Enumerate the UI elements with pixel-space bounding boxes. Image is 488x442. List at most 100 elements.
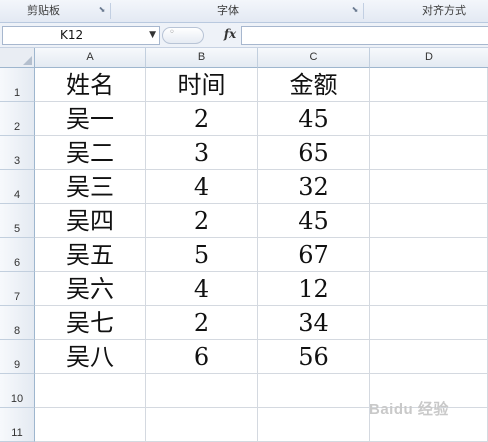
cell-d9[interactable] <box>370 340 488 374</box>
cell-c2[interactable]: 45 <box>258 102 370 136</box>
handle-grip-icon: ◦ <box>169 27 175 38</box>
name-box-value: K12 <box>60 28 84 42</box>
insert-function-button[interactable]: fx <box>219 26 241 43</box>
row-header[interactable]: 3 <box>0 136 35 170</box>
cell-text: 2 <box>193 207 210 235</box>
cell-text: 姓名 <box>66 71 114 99</box>
column-header-b[interactable]: B <box>146 48 258 68</box>
row-header[interactable]: 6 <box>0 238 35 272</box>
cell-b8[interactable]: 2 <box>146 306 258 340</box>
cell-b11[interactable] <box>146 408 258 442</box>
row-number: 7 <box>13 291 21 303</box>
cell-a2[interactable]: 吴一 <box>35 102 146 136</box>
ribbon-group-alignment: 对齐方式 <box>364 0 488 22</box>
cell-b7[interactable]: 4 <box>146 272 258 306</box>
cell-b4[interactable]: 4 <box>146 170 258 204</box>
cell-a8[interactable]: 吴七 <box>35 306 146 340</box>
cell-a10[interactable] <box>35 374 146 408</box>
cell-text: 32 <box>298 173 329 201</box>
cell-c3[interactable]: 65 <box>258 136 370 170</box>
cell-c10[interactable] <box>258 374 370 408</box>
select-all-button[interactable] <box>0 48 35 68</box>
cell-text: 45 <box>298 105 329 133</box>
row-number: 6 <box>13 257 21 269</box>
row-number: 4 <box>13 189 21 201</box>
cell-c11[interactable] <box>258 408 370 442</box>
cell-b2[interactable]: 2 <box>146 102 258 136</box>
cell-text: 吴四 <box>66 207 114 235</box>
cell-c1[interactable]: 金额 <box>258 68 370 102</box>
row-header[interactable]: 4 <box>0 170 35 204</box>
row-header[interactable]: 11 <box>0 408 35 442</box>
cell-c4[interactable]: 32 <box>258 170 370 204</box>
formula-expand-handle[interactable]: ◦ <box>162 27 204 44</box>
cell-c7[interactable]: 12 <box>258 272 370 306</box>
cell-d6[interactable] <box>370 238 488 272</box>
cell-c9[interactable]: 56 <box>258 340 370 374</box>
dialog-launcher-icon[interactable]: ⬊ <box>98 6 106 14</box>
cell-d1[interactable] <box>370 68 488 102</box>
row-header[interactable]: 8 <box>0 306 35 340</box>
dropdown-arrow-icon[interactable]: ▼ <box>149 27 156 44</box>
row-number: 8 <box>13 325 21 337</box>
cell-text: 4 <box>193 275 210 303</box>
row-number: 1 <box>13 87 21 99</box>
cell-b1[interactable]: 时间 <box>146 68 258 102</box>
cell-c8[interactable]: 34 <box>258 306 370 340</box>
row-header[interactable]: 5 <box>0 204 35 238</box>
column-header-a[interactable]: A <box>35 48 146 68</box>
cell-a5[interactable]: 吴四 <box>35 204 146 238</box>
cell-text: 4 <box>193 173 210 201</box>
column-header-c[interactable]: C <box>258 48 370 68</box>
ribbon-group-font: 字体 ⬊ <box>111 0 363 22</box>
cell-a11[interactable] <box>35 408 146 442</box>
cell-a7[interactable]: 吴六 <box>35 272 146 306</box>
cell-text: 吴二 <box>66 139 114 167</box>
cell-text: 34 <box>298 309 329 337</box>
column-header-d[interactable]: D <box>370 48 488 68</box>
cell-c6[interactable]: 67 <box>258 238 370 272</box>
row-header[interactable]: 10 <box>0 374 35 408</box>
dialog-launcher-icon[interactable]: ⬊ <box>351 6 359 14</box>
cell-a6[interactable]: 吴五 <box>35 238 146 272</box>
cell-a1[interactable]: 姓名 <box>35 68 146 102</box>
cell-d7[interactable] <box>370 272 488 306</box>
cell-c5[interactable]: 45 <box>258 204 370 238</box>
cell-text: 2 <box>193 105 210 133</box>
cell-d2[interactable] <box>370 102 488 136</box>
cell-text: 6 <box>193 343 210 371</box>
cell-text: 65 <box>298 139 329 167</box>
ribbon-group-bar: 剪贴板 ⬊ 字体 ⬊ 对齐方式 <box>0 0 488 23</box>
row-number: 3 <box>13 155 21 167</box>
ribbon-group-font-label: 字体 <box>217 4 239 17</box>
row-header[interactable]: 1 <box>0 68 35 102</box>
cell-d4[interactable] <box>370 170 488 204</box>
row-header[interactable]: 7 <box>0 272 35 306</box>
formula-input[interactable] <box>241 26 488 45</box>
cell-text: 吴一 <box>66 105 114 133</box>
cell-d8[interactable] <box>370 306 488 340</box>
ribbon-group-clipboard-label: 剪贴板 <box>27 4 60 17</box>
row-header[interactable]: 2 <box>0 102 35 136</box>
cell-d5[interactable] <box>370 204 488 238</box>
formula-bar-controls: ◦ fx <box>162 26 236 44</box>
cell-b5[interactable]: 2 <box>146 204 258 238</box>
cell-b10[interactable] <box>146 374 258 408</box>
cell-a4[interactable]: 吴三 <box>35 170 146 204</box>
cell-b6[interactable]: 5 <box>146 238 258 272</box>
ribbon-group-alignment-label: 对齐方式 <box>422 4 466 17</box>
cell-d3[interactable] <box>370 136 488 170</box>
row-number: 9 <box>13 359 21 371</box>
cell-a3[interactable]: 吴二 <box>35 136 146 170</box>
name-box[interactable]: K12 ▼ <box>2 26 160 45</box>
cell-text: 67 <box>298 241 329 269</box>
cell-text: 吴七 <box>66 309 114 337</box>
row-number: 11 <box>11 427 23 439</box>
cell-text: 金额 <box>289 71 338 99</box>
row-header[interactable]: 9 <box>0 340 35 374</box>
cell-b3[interactable]: 3 <box>146 136 258 170</box>
cell-a9[interactable]: 吴八 <box>35 340 146 374</box>
cell-text: 吴五 <box>66 241 114 269</box>
cell-text: 吴八 <box>66 343 114 371</box>
cell-b9[interactable]: 6 <box>146 340 258 374</box>
